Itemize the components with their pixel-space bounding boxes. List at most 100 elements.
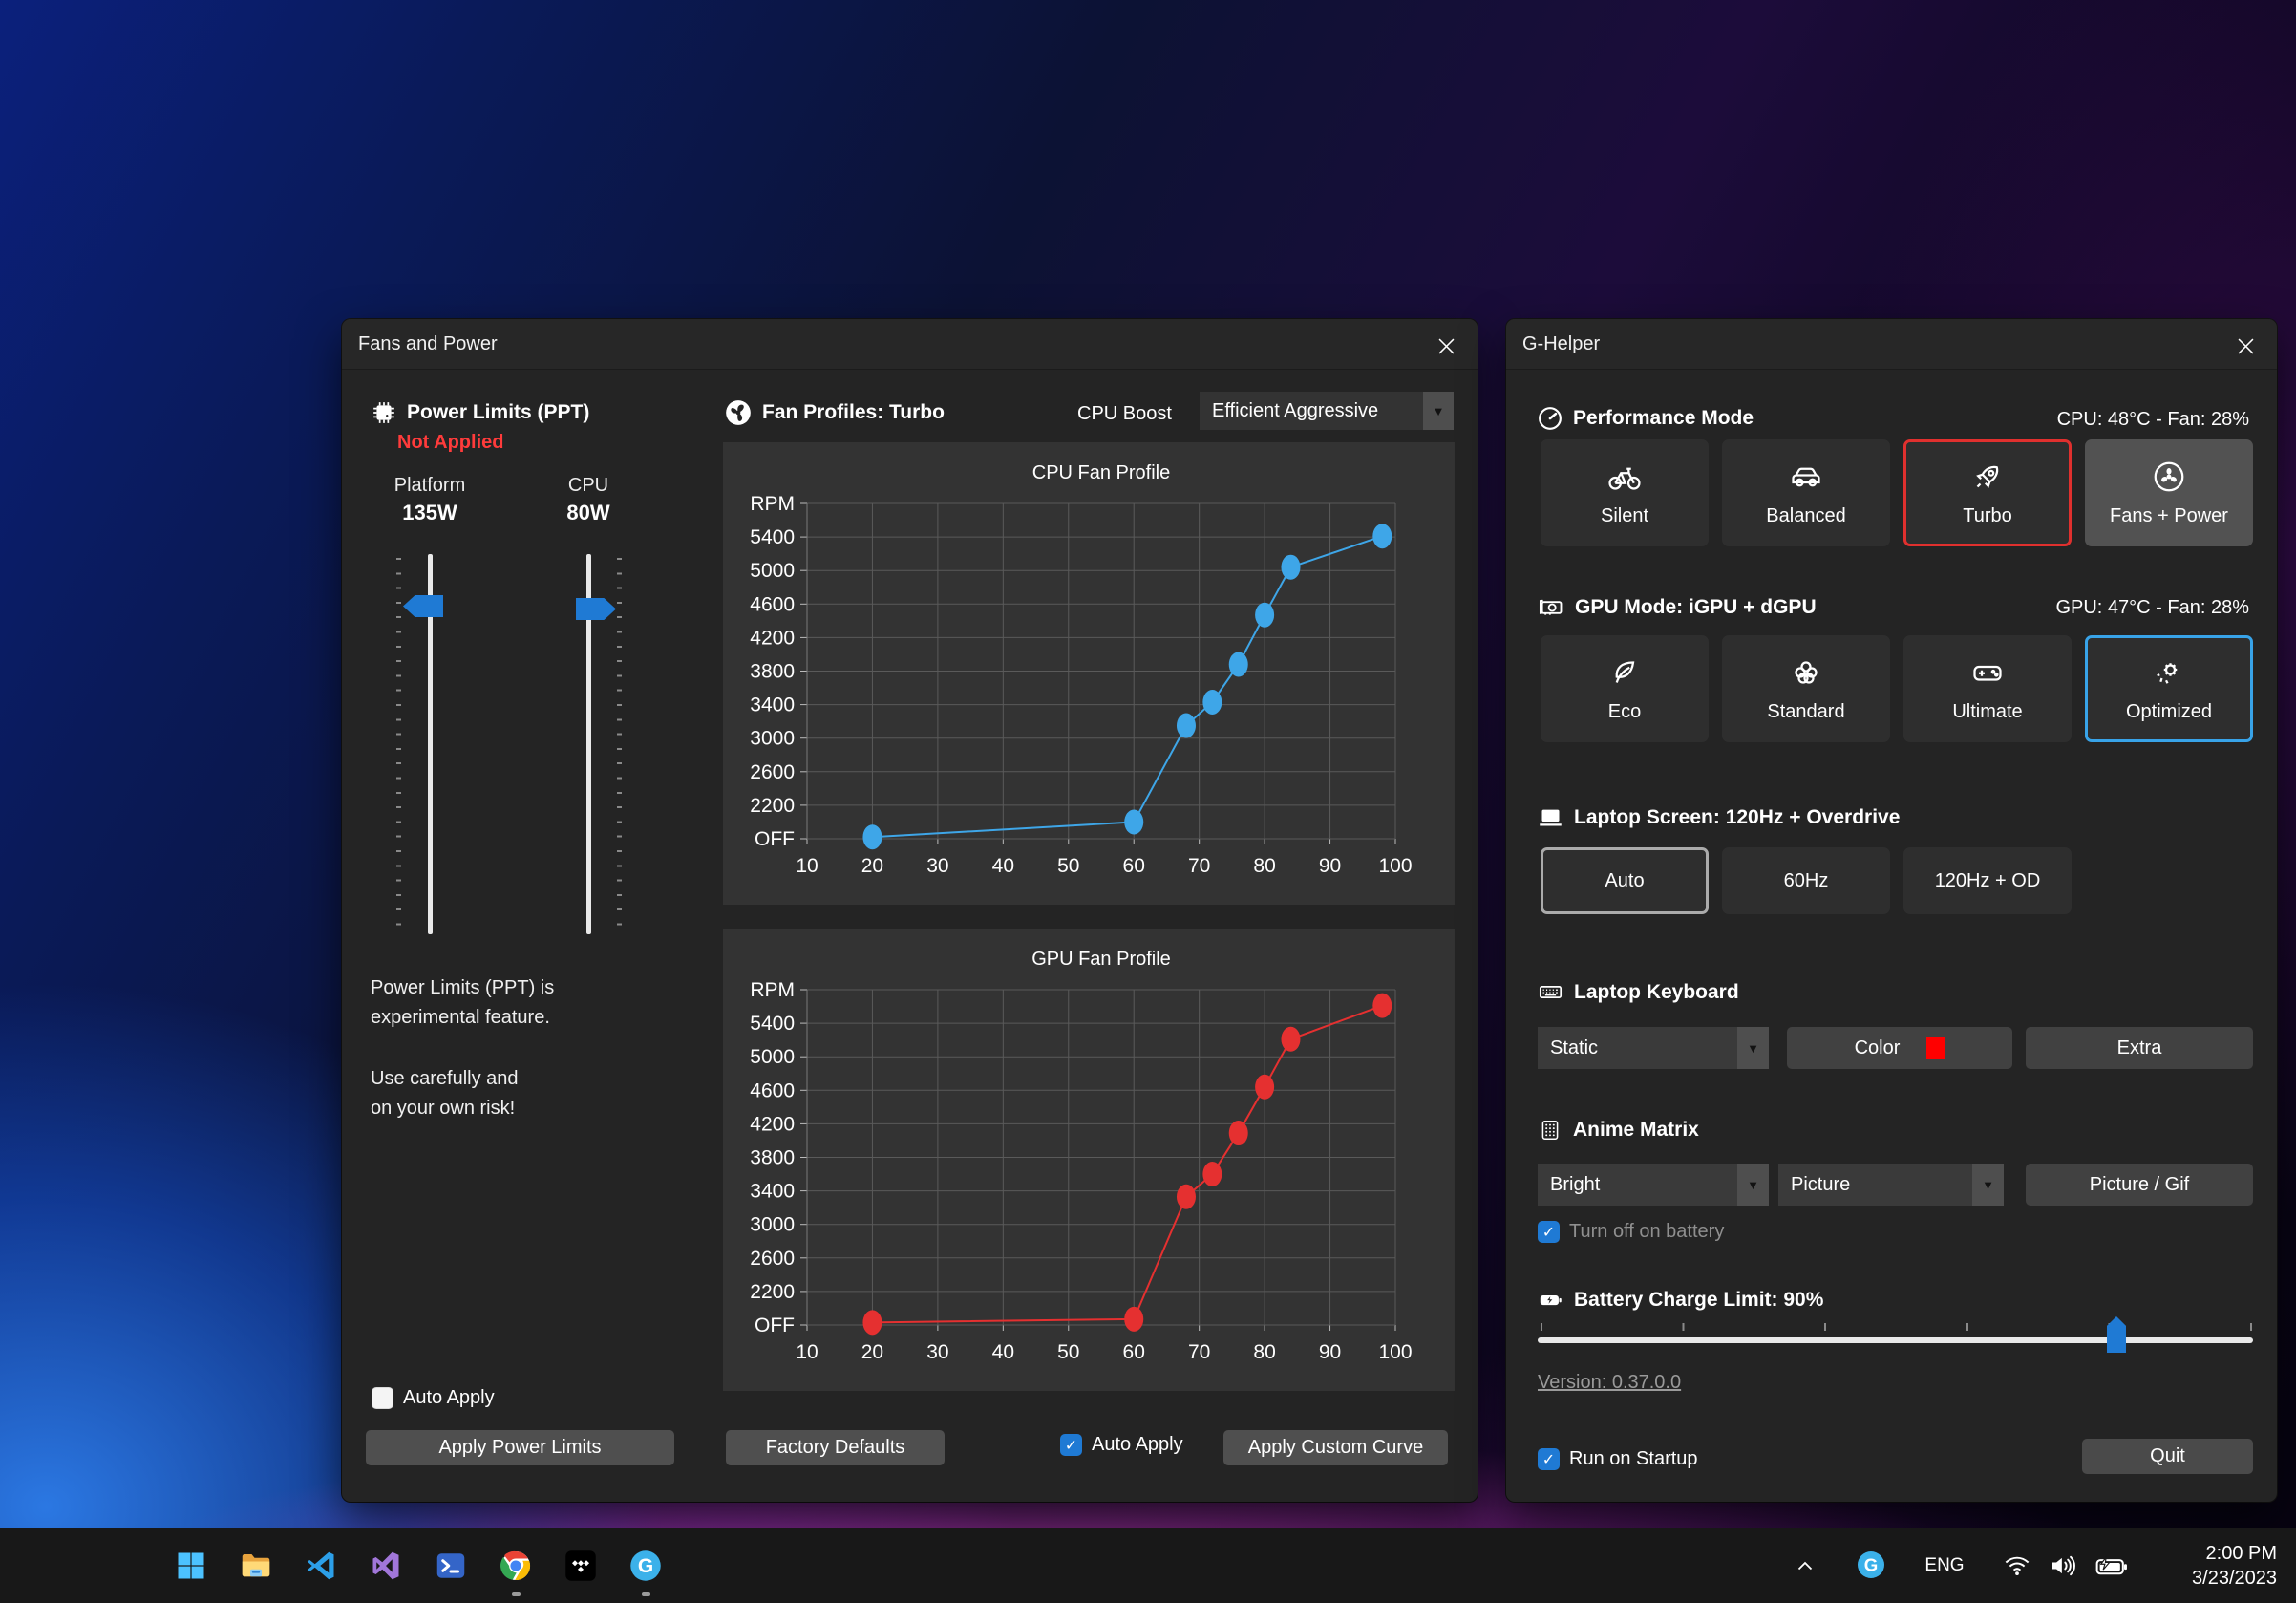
chrome-icon[interactable] <box>498 1548 534 1584</box>
close-icon[interactable] <box>2223 327 2267 365</box>
terminal-icon[interactable] <box>433 1548 469 1584</box>
battery-slider-thumb[interactable] <box>2107 1316 2126 1353</box>
svg-text:5400: 5400 <box>750 1013 795 1035</box>
svg-text:10: 10 <box>796 1341 818 1363</box>
g-helper-taskbar-icon[interactable]: G <box>627 1548 664 1584</box>
language-indicator[interactable]: ENG <box>1922 1553 1967 1578</box>
svg-text:RPM: RPM <box>750 493 795 515</box>
platform-slider-value: 135W <box>382 501 478 525</box>
visual-studio-icon[interactable] <box>368 1548 404 1584</box>
tidal-icon[interactable] <box>563 1548 599 1584</box>
svg-text:100: 100 <box>1378 855 1412 877</box>
mode-button-balanced[interactable]: Balanced <box>1722 439 1890 546</box>
g-helper-tray-icon[interactable]: G <box>1855 1549 1887 1581</box>
anime-content-dropdown[interactable]: Picture ▼ <box>1778 1164 2004 1206</box>
fan-icon <box>725 399 752 426</box>
keyboard-extra-button[interactable]: Extra <box>2026 1027 2253 1069</box>
battery-slider-ticks <box>1541 1323 2255 1331</box>
version-link[interactable]: Version: 0.37.0.0 <box>1538 1372 1681 1394</box>
apply-custom-curve-button[interactable]: Apply Custom Curve <box>1223 1430 1448 1465</box>
anime-picture-gif-button[interactable]: Picture / Gif <box>2026 1164 2253 1206</box>
screen-button-120hz-od[interactable]: 120Hz + OD <box>1903 847 2072 914</box>
optimized-gear-icon <box>2152 655 2186 690</box>
file-explorer-icon[interactable] <box>238 1548 274 1584</box>
laptop-icon <box>1538 804 1563 830</box>
apply-power-limits-button[interactable]: Apply Power Limits <box>366 1430 674 1465</box>
svg-text:100: 100 <box>1378 1341 1412 1363</box>
anime-brightness-dropdown[interactable]: Bright ▼ <box>1538 1164 1769 1206</box>
svg-text:20: 20 <box>861 1341 883 1363</box>
laptop-keyboard-header: Laptop Keyboard <box>1538 979 1739 1005</box>
chevron-down-icon[interactable]: ▼ <box>1737 1027 1769 1069</box>
chevron-down-icon[interactable]: ▼ <box>1972 1164 2004 1206</box>
svg-text:70: 70 <box>1188 855 1210 877</box>
svg-text:3800: 3800 <box>750 1147 795 1169</box>
power-auto-apply-checkbox[interactable] <box>372 1387 393 1409</box>
mode-button-turbo[interactable]: Turbo <box>1903 439 2072 546</box>
gpu-mode-header: GPU Mode: iGPU + dGPU <box>1538 594 1817 621</box>
run-on-startup-row: ✓ Run on Startup <box>1538 1448 1698 1470</box>
curve-auto-apply-checkbox[interactable]: ✓ <box>1060 1434 1082 1456</box>
svg-text:3000: 3000 <box>750 1214 795 1236</box>
mode-button-fans-power[interactable]: Fans + Power <box>2085 439 2253 546</box>
tray-time: 2:00 PM <box>2192 1541 2277 1566</box>
svg-text:40: 40 <box>992 855 1014 877</box>
tray-chevron-up-icon[interactable] <box>1792 1552 1818 1579</box>
svg-text:CPU Fan Profile: CPU Fan Profile <box>1032 462 1171 483</box>
cpu-temp-status: CPU: 48°C - Fan: 28% <box>2057 409 2249 431</box>
cpu-slider-thumb[interactable] <box>576 598 616 620</box>
chrome-running-indicator <box>512 1592 521 1596</box>
volume-icon[interactable] <box>2046 1551 2080 1580</box>
rocket-icon <box>1970 460 2005 494</box>
run-on-startup-checkbox[interactable]: ✓ <box>1538 1448 1560 1470</box>
cpu-boost-dropdown[interactable]: Efficient Aggressive ▼ <box>1200 392 1454 430</box>
fans-window-titlebar[interactable]: Fans and Power <box>342 319 1478 370</box>
keyboard-icon <box>1538 979 1563 1005</box>
vscode-icon[interactable] <box>303 1548 339 1584</box>
chevron-down-icon[interactable]: ▼ <box>1423 392 1454 430</box>
cpu-chip-icon <box>372 400 396 425</box>
ghelper-titlebar[interactable]: G-Helper <box>1506 319 2277 370</box>
gpu-fan-profile-chart[interactable]: 102030405060708090100OFF2200260030003400… <box>723 929 1455 1391</box>
desktop: Fans and Power Power Limits (PPT) Not Ap… <box>0 0 2296 1603</box>
svg-text:4600: 4600 <box>750 1079 795 1101</box>
screen-button-auto[interactable]: Auto <box>1541 847 1709 914</box>
cpu-boost-label: CPU Boost <box>1077 403 1172 425</box>
svg-text:2600: 2600 <box>750 1248 795 1270</box>
gpu-button-standard[interactable]: Standard <box>1722 635 1890 742</box>
wifi-icon[interactable] <box>2002 1551 2032 1580</box>
turn-off-on-battery-checkbox[interactable]: ✓ <box>1538 1221 1560 1243</box>
start-button-icon[interactable] <box>173 1548 209 1584</box>
gpu-button-optimized[interactable]: Optimized <box>2085 635 2253 742</box>
battery-slider-track[interactable] <box>1538 1337 2253 1343</box>
svg-text:OFF: OFF <box>755 1314 795 1336</box>
svg-text:50: 50 <box>1057 1341 1079 1363</box>
mode-button-silent[interactable]: Silent <box>1541 439 1709 546</box>
keyboard-mode-dropdown[interactable]: Static ▼ <box>1538 1027 1769 1069</box>
laptop-screen-header: Laptop Screen: 120Hz + Overdrive <box>1538 804 1900 830</box>
screen-button-60hz[interactable]: 60Hz <box>1722 847 1890 914</box>
power-limits-note-1: Power Limits (PPT) is experimental featu… <box>371 973 554 1033</box>
cpu-slider-ticks <box>617 558 622 932</box>
svg-text:10: 10 <box>796 855 818 877</box>
gpu-button-ultimate[interactable]: Ultimate <box>1903 635 2072 742</box>
battery-tray-icon[interactable] <box>2092 1551 2132 1580</box>
fans-window-title: Fans and Power <box>358 333 498 355</box>
factory-defaults-button[interactable]: Factory Defaults <box>726 1430 945 1465</box>
svg-text:80: 80 <box>1253 855 1275 877</box>
gpu-button-eco[interactable]: Eco <box>1541 635 1709 742</box>
svg-text:30: 30 <box>926 1341 948 1363</box>
close-icon[interactable] <box>1424 327 1468 365</box>
svg-text:4200: 4200 <box>750 627 795 649</box>
leaf-icon <box>1607 655 1642 690</box>
keyboard-color-button[interactable]: Color <box>1787 1027 2012 1069</box>
tray-clock[interactable]: 2:00 PM 3/23/2023 <box>2192 1541 2277 1591</box>
svg-text:GPU Fan Profile: GPU Fan Profile <box>1031 949 1171 970</box>
platform-slider-thumb[interactable] <box>403 595 443 617</box>
cpu-slider-label: CPU <box>541 475 636 497</box>
quit-button[interactable]: Quit <box>2082 1439 2253 1474</box>
chevron-down-icon[interactable]: ▼ <box>1737 1164 1769 1206</box>
cpu-fan-profile-chart[interactable]: 102030405060708090100OFF2200260030003400… <box>723 442 1455 905</box>
svg-text:4200: 4200 <box>750 1113 795 1135</box>
power-limits-status: Not Applied <box>397 432 503 454</box>
